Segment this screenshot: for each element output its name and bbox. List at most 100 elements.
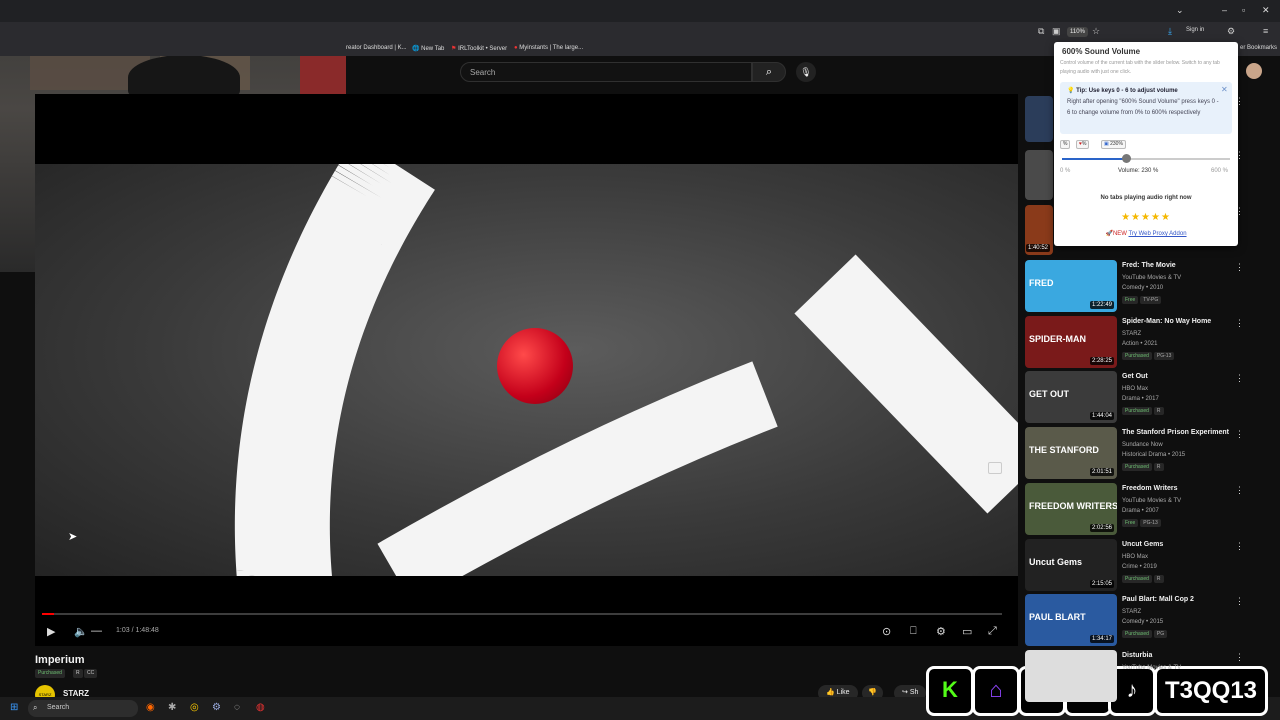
video-title[interactable]: Disturbia bbox=[1122, 652, 1152, 659]
preset-button[interactable]: ♥% bbox=[1076, 140, 1090, 149]
extension-title: 600% Sound Volume bbox=[1062, 47, 1141, 56]
dropdown-icon[interactable]: ⌄ bbox=[1176, 5, 1184, 16]
settings-icon[interactable]: ⚙ bbox=[936, 625, 946, 638]
search-input[interactable]: Search bbox=[460, 62, 752, 82]
rating-stars[interactable]: ★★★★★ bbox=[1054, 212, 1238, 223]
video-title[interactable]: Freedom Writers bbox=[1122, 485, 1178, 492]
app-icon[interactable]: ✱ bbox=[168, 702, 176, 713]
kebab-menu-icon[interactable]: ⋮ bbox=[1235, 596, 1244, 607]
close-icon[interactable]: ✕ bbox=[1262, 5, 1270, 16]
related-video-card[interactable]: FRED 1:22:49 Fred: The Movie YouTube Movies… bbox=[1025, 260, 1265, 312]
new-addon-promo[interactable]: 🚀NEW Try Web Proxy Addon bbox=[1054, 230, 1238, 237]
preset-button[interactable]: % bbox=[1060, 140, 1071, 149]
volume-icon[interactable]: 🔈 bbox=[74, 625, 88, 638]
video-thumbnail[interactable]: SPIDER-MAN 2:28:25 bbox=[1025, 315, 1117, 368]
sidebar-thumb-partial[interactable] bbox=[1025, 150, 1053, 200]
kebab-menu-icon[interactable]: ⋮ bbox=[1235, 373, 1244, 384]
reader-icon[interactable]: ▣ bbox=[1052, 26, 1061, 37]
thumbs-down-icon: 👎 bbox=[868, 689, 877, 696]
screenshot-icon[interactable]: ⧉ bbox=[1038, 26, 1044, 37]
video-thumbnail[interactable]: FRED 1:22:49 bbox=[1025, 260, 1117, 312]
sidebar-thumb-partial[interactable]: 1:40:52 bbox=[1025, 205, 1053, 255]
video-thumbnail[interactable]: GET OUT 1:44:04 bbox=[1025, 371, 1117, 424]
video-thumbnail[interactable]: Uncut Gems 2:15:05 bbox=[1025, 538, 1117, 591]
related-video-card[interactable]: FREEDOM WRITERS 2:02:56 Freedom Writers You… bbox=[1025, 482, 1265, 535]
bookmark-myinstants[interactable]: ● Myinstants | The large... bbox=[514, 45, 583, 51]
video-title[interactable]: The Stanford Prison Experiment bbox=[1122, 429, 1229, 436]
status-badge: Free bbox=[1122, 518, 1139, 527]
kebab-menu-icon[interactable]: ⋮ bbox=[1235, 652, 1244, 663]
taskbar-search[interactable]: Search bbox=[28, 700, 138, 717]
kebab-menu-icon[interactable]: ⋮ bbox=[1235, 485, 1244, 496]
obs-icon[interactable]: ◌ bbox=[234, 702, 240, 713]
channel-name[interactable]: HBO Max bbox=[1122, 554, 1148, 560]
account-avatar[interactable] bbox=[1246, 63, 1262, 79]
video-title[interactable]: Get Out bbox=[1122, 373, 1148, 380]
star-icon[interactable]: ☆ bbox=[1092, 26, 1100, 37]
progress-bar[interactable] bbox=[42, 613, 1002, 615]
kebab-menu-icon[interactable]: ⋮ bbox=[1235, 318, 1244, 329]
related-video-card[interactable]: GET OUT 1:44:04 Get Out HBO Max Drama • 2017… bbox=[1025, 371, 1265, 424]
minimize-icon[interactable]: – bbox=[1222, 5, 1227, 15]
channel-name[interactable]: STARZ bbox=[1122, 331, 1141, 337]
fullscreen-icon[interactable]: ⤢ bbox=[988, 625, 997, 638]
video-title[interactable]: Uncut Gems bbox=[1122, 541, 1163, 548]
channel-name[interactable]: YouTube Movies & TV bbox=[1122, 498, 1181, 504]
time-display: 1:03 / 1:48:48 bbox=[116, 627, 159, 634]
recording-app-icon[interactable]: ◍ bbox=[256, 702, 265, 713]
extensions-icon[interactable]: ⚙ bbox=[1227, 26, 1235, 37]
firefox-icon[interactable]: ◉ bbox=[146, 702, 155, 713]
autoplay-toggle[interactable]: ⊙ bbox=[882, 625, 891, 638]
status-badge: TV-PG bbox=[1140, 296, 1162, 304]
windows-start-icon[interactable]: ⊞ bbox=[10, 702, 18, 713]
badges: Purchased R bbox=[1122, 463, 1166, 472]
kebab-menu-icon[interactable]: ⋮ bbox=[1235, 429, 1244, 440]
channel-name[interactable]: Sundance Now bbox=[1122, 442, 1163, 448]
preset-label: % bbox=[1081, 141, 1087, 147]
signin-button[interactable]: Sign in bbox=[1186, 27, 1204, 33]
volume-slider[interactable]: — bbox=[91, 625, 102, 637]
kebab-menu-icon[interactable]: ⋮ bbox=[1235, 541, 1244, 552]
video-thumbnail[interactable]: FREEDOM WRITERS 2:02:56 bbox=[1025, 482, 1117, 535]
maximize-icon[interactable]: ▫ bbox=[1242, 5, 1245, 15]
theater-mode-icon[interactable]: ▭ bbox=[962, 625, 972, 638]
close-tip-icon[interactable]: ✕ bbox=[1221, 85, 1228, 94]
bookmark-other[interactable]: er Bookmarks bbox=[1240, 45, 1277, 51]
kebab-menu-icon[interactable]: ⋮ bbox=[1235, 262, 1244, 273]
volume-preset-button[interactable]: ▣ 230% bbox=[1101, 140, 1126, 149]
volume-value-label: Volume: 230 % bbox=[1118, 168, 1159, 174]
settings-app-icon[interactable]: ⚙ bbox=[212, 702, 221, 713]
related-video-card[interactable]: Uncut Gems 2:15:05 Uncut Gems HBO Max Crime … bbox=[1025, 538, 1265, 591]
video-thumbnail[interactable] bbox=[1025, 649, 1117, 702]
web-proxy-link[interactable]: Try Web Proxy Addon bbox=[1129, 231, 1187, 237]
volume-slider-knob[interactable] bbox=[1122, 154, 1132, 163]
channel-name[interactable]: YouTube Movies & TV bbox=[1122, 275, 1181, 281]
video-title[interactable]: Spider-Man: No Way Home bbox=[1122, 318, 1211, 325]
video-thumbnail[interactable]: THE STANFORD 2:01:51 bbox=[1025, 427, 1117, 480]
zoom-indicator[interactable]: 110% bbox=[1067, 27, 1088, 37]
related-video-card[interactable]: Disturbia YouTube Movies & TV ⋮ bbox=[1025, 649, 1265, 702]
video-thumbnail[interactable]: PAUL BLART 1:34:17 bbox=[1025, 594, 1117, 647]
related-video-card[interactable]: PAUL BLART 1:34:17 Paul Blart: Mall Cop 2 S… bbox=[1025, 594, 1265, 647]
play-icon[interactable]: ▶ bbox=[47, 625, 55, 638]
bookmark-irltoolkit[interactable]: ⚑ IRLToolkit • Server bbox=[451, 45, 507, 52]
captions-icon[interactable]: ⎕ bbox=[910, 625, 917, 638]
video-title[interactable]: Fred: The Movie bbox=[1122, 262, 1176, 269]
miniplayer-badge-icon[interactable] bbox=[988, 462, 1002, 474]
chrome-icon[interactable]: ◎ bbox=[190, 702, 199, 713]
channel-name[interactable]: STARZ bbox=[1122, 609, 1141, 615]
download-icon[interactable]: ⤓ bbox=[1168, 26, 1172, 37]
menu-icon[interactable]: ≡ bbox=[1263, 26, 1268, 36]
voice-search-button[interactable]: 🎙 bbox=[796, 62, 816, 82]
browser-titlebar: ⌄ – ▫ ✕ bbox=[0, 0, 1280, 22]
channel-name[interactable]: HBO Max bbox=[1122, 386, 1148, 392]
bookmark-new-tab[interactable]: 🌐 New Tab bbox=[412, 45, 444, 52]
sidebar-thumb-partial[interactable] bbox=[1025, 96, 1053, 142]
related-video-card[interactable]: THE STANFORD 2:01:51 The Stanford Prison E… bbox=[1025, 427, 1265, 480]
channel-name[interactable]: YouTube Movies & TV bbox=[1122, 665, 1181, 671]
thumbnail-text: THE STANFORD bbox=[1029, 445, 1099, 456]
bookmark-creator-dashboard[interactable]: reator Dashboard | K... bbox=[346, 45, 407, 51]
video-title[interactable]: Paul Blart: Mall Cop 2 bbox=[1122, 596, 1194, 603]
related-video-card[interactable]: SPIDER-MAN 2:28:25 Spider-Man: No Way Home… bbox=[1025, 315, 1265, 368]
search-button[interactable]: ⌕ bbox=[752, 62, 786, 82]
